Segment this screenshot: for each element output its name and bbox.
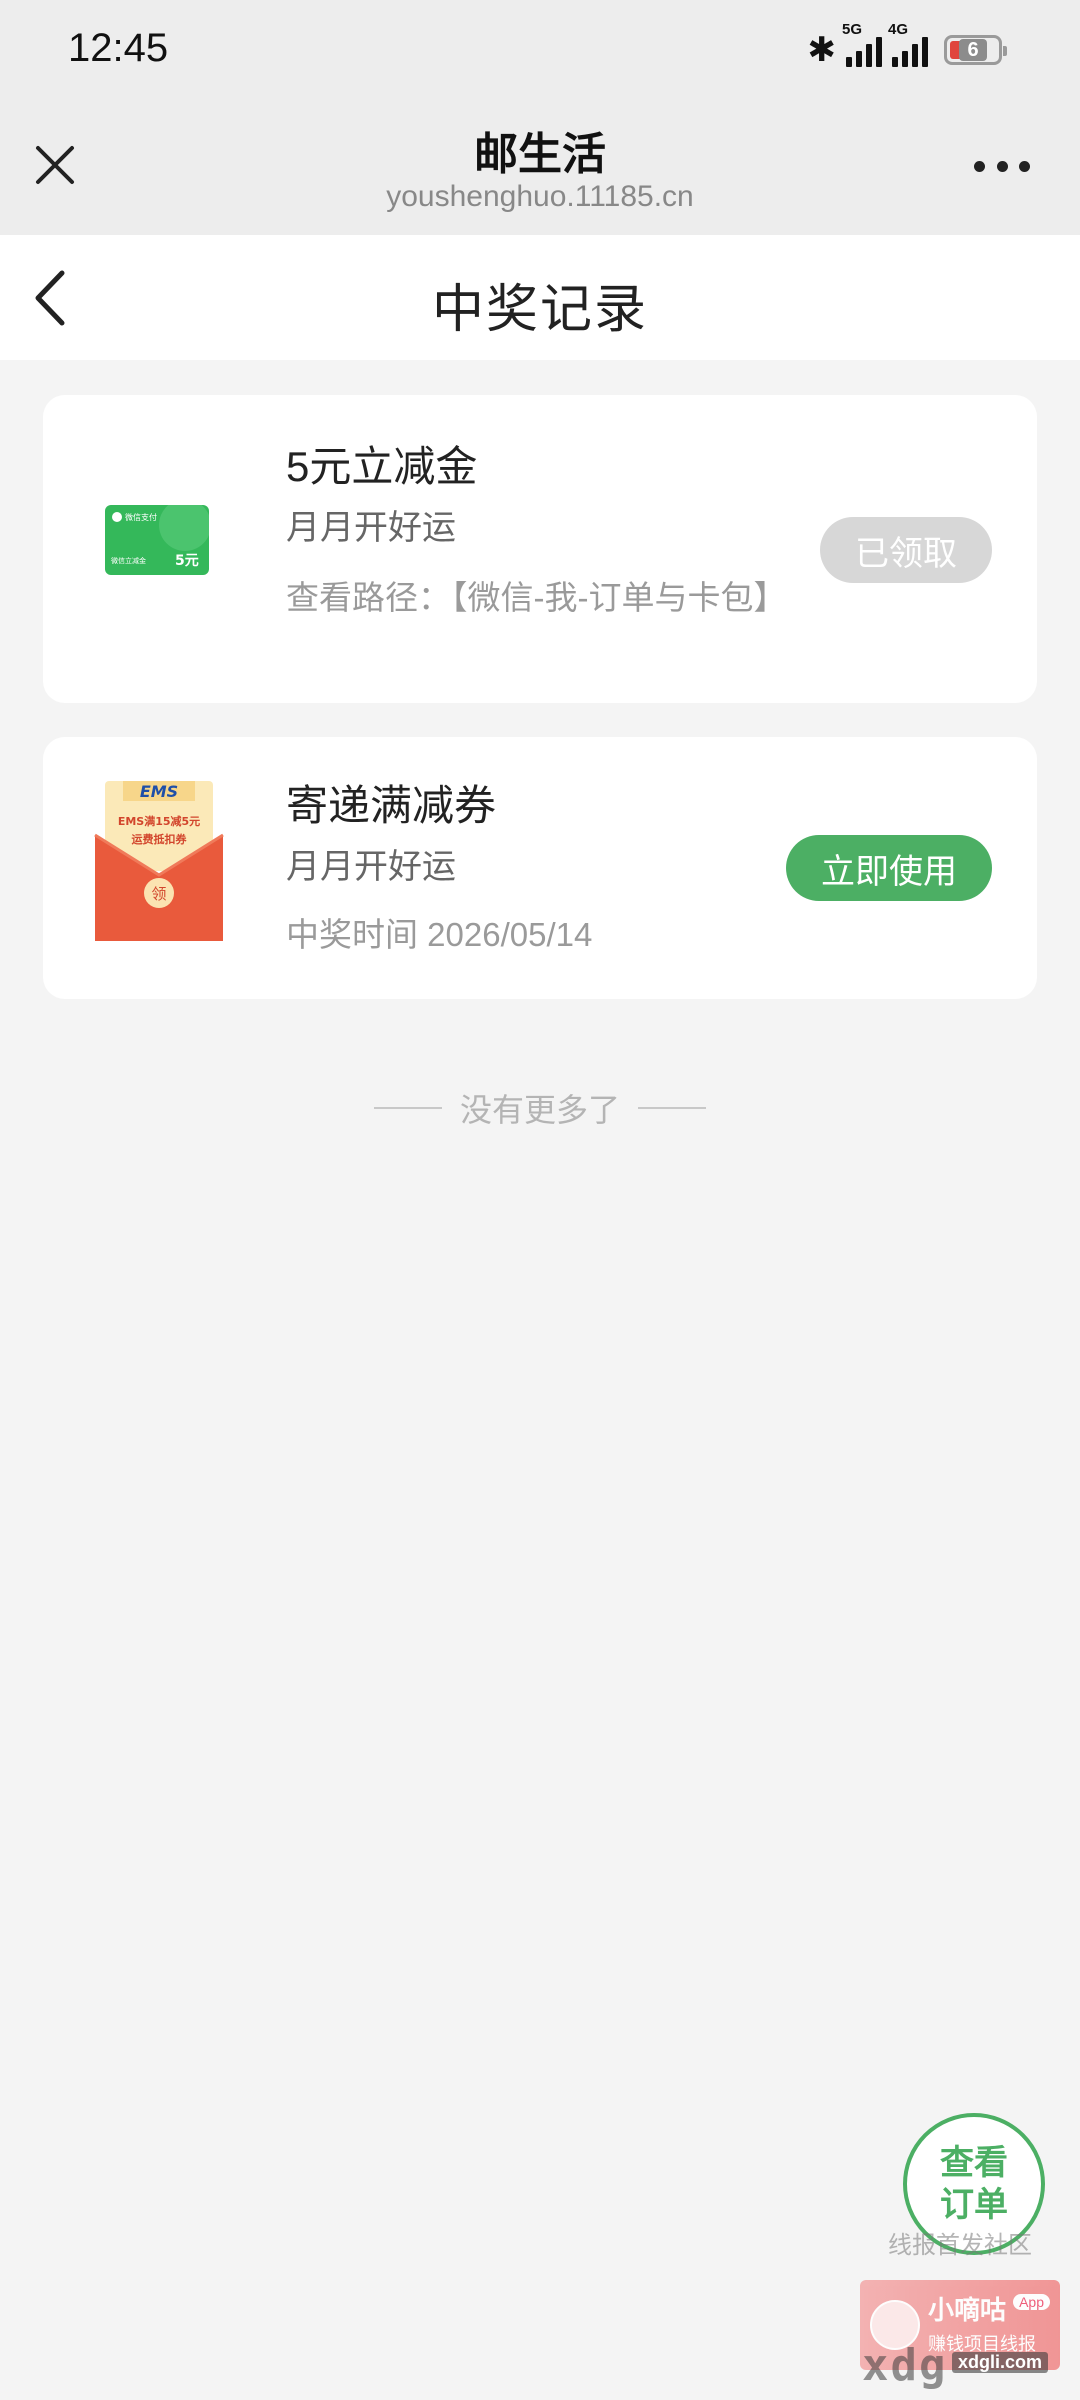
- prize-title: 5元立减金: [286, 443, 478, 490]
- bluetooth-icon: ✱: [807, 31, 837, 69]
- watermark-brand: 小嘀咕: [928, 2295, 1007, 2325]
- thumb-badge: 领: [151, 885, 166, 903]
- network-label-4g: 4G: [888, 21, 909, 38]
- prize-card: EMS EMS满15减5元 运费抵扣券 领 寄递满减券 月月开好运 中奖时间 2…: [43, 737, 1037, 999]
- thumb-line2: 运费抵扣券: [132, 832, 188, 846]
- network-label-5g: 5G: [842, 21, 863, 38]
- webview-title: 邮生活: [474, 130, 606, 179]
- more-icon[interactable]: [974, 158, 1030, 174]
- wechat-cash-coupon-thumbnail: 微信支付 微信立减金 5元: [105, 505, 209, 575]
- ems-coupon-envelope-thumbnail: EMS EMS满15减5元 运费抵扣券 领: [94, 781, 224, 941]
- watermark-domain-big: xdg: [862, 2340, 948, 2391]
- battery-level: 6: [959, 39, 987, 61]
- prize-subtitle: 月月开好运: [286, 848, 456, 886]
- watermark-app-tag: App: [1013, 2294, 1050, 2310]
- use-now-button[interactable]: 立即使用: [786, 835, 992, 901]
- thumb-caption: 微信立减金: [111, 556, 146, 565]
- view-orders-line1: 查看: [940, 2144, 1008, 2182]
- thumb-amount: 5元: [175, 553, 199, 569]
- status-time: 12:45: [68, 26, 169, 70]
- prize-card: 微信支付 微信立减金 5元 5元立减金 月月开好运 查看路径：【微信-我-订单与…: [43, 395, 1037, 703]
- no-more-indicator: 没有更多了: [0, 1085, 1080, 1131]
- webview-title-bar: 邮生活 youshenghuo.11185.cn: [0, 100, 1080, 235]
- signal-5g-icon: 5G: [842, 21, 882, 67]
- battery-icon: 6: [944, 35, 1007, 65]
- view-orders-line2: 订单: [940, 2186, 1008, 2224]
- watermark-community: 线报首发社区: [888, 2232, 1032, 2259]
- watermark-domain-small: xdgli.com: [952, 2352, 1049, 2373]
- prize-info: 查看路径：【微信-我-订单与卡包】: [286, 579, 787, 616]
- divider-left: [373, 1107, 442, 1109]
- page-title: 中奖记录: [431, 281, 648, 339]
- divider-right: [638, 1107, 706, 1109]
- thumb-brand: 微信支付: [125, 512, 157, 522]
- prize-title: 寄递满减券: [286, 782, 497, 829]
- no-more-text: 没有更多了: [459, 1092, 620, 1128]
- status-bar: 12:45 ✱ 5G 4G 6: [0, 0, 1080, 100]
- webview-url: youshenghuo.11185.cn: [386, 180, 694, 213]
- prize-info: 中奖时间 2026/05/14: [286, 916, 593, 953]
- signal-4g-icon: 4G: [888, 21, 928, 67]
- page-header: 中奖记录: [0, 235, 1080, 360]
- prize-subtitle: 月月开好运: [286, 509, 456, 547]
- thumb-brand: EMS: [140, 782, 178, 801]
- claimed-button[interactable]: 已领取: [820, 517, 992, 583]
- thumb-line1: EMS满15减5元: [118, 814, 200, 828]
- status-icons: ✱ 5G 4G 6: [807, 21, 1007, 72]
